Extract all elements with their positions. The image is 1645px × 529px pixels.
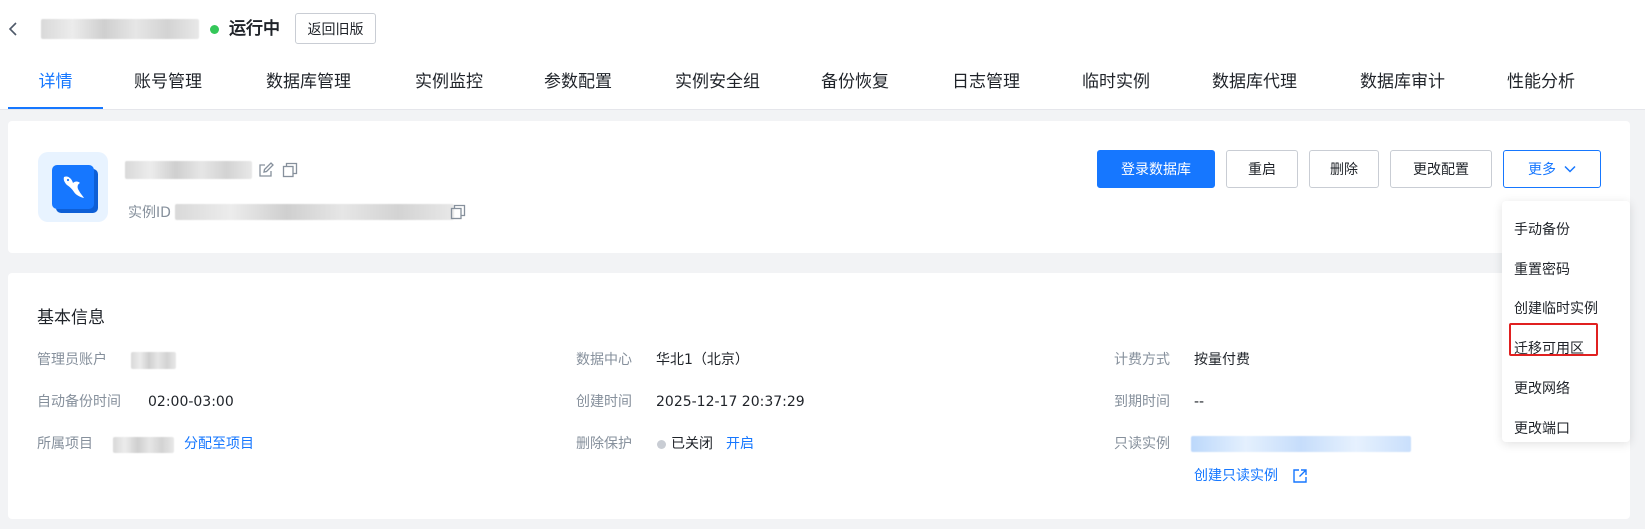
tab-instance-monitoring[interactable]: 实例监控 (409, 62, 489, 110)
menu-item-change-network[interactable]: 更改网络 (1514, 379, 1570, 399)
instance-display-name-redacted (125, 161, 252, 179)
menu-item-change-port[interactable]: 更改端口 (1514, 419, 1570, 439)
edit-icon[interactable] (258, 162, 274, 178)
tab-parameter-config[interactable]: 参数配置 (538, 62, 618, 110)
delete-button[interactable]: 删除 (1309, 150, 1379, 188)
tab-log-management[interactable]: 日志管理 (946, 62, 1026, 110)
created-time-value: 2025-12-17 20:37:29 (656, 394, 805, 410)
menu-item-create-temp-instance[interactable]: 创建临时实例 (1514, 299, 1598, 319)
delete-protection-label: 删除保护 (576, 436, 632, 452)
readonly-instance-label: 只读实例 (1114, 436, 1170, 452)
back-chevron-icon[interactable] (6, 19, 20, 39)
menu-item-manual-backup[interactable]: 手动备份 (1514, 220, 1570, 240)
tab-temporary-instance[interactable]: 临时实例 (1076, 62, 1156, 110)
instance-id-label: 实例ID (128, 205, 171, 221)
delete-protection-status-dot (657, 440, 666, 449)
status-dot (210, 25, 219, 34)
menu-item-reset-password[interactable]: 重置密码 (1514, 260, 1570, 280)
auto-backup-label: 自动备份时间 (37, 394, 121, 410)
restart-button[interactable]: 重启 (1226, 150, 1298, 188)
created-time-label: 创建时间 (576, 394, 632, 410)
active-tab-indicator (8, 107, 103, 109)
return-old-version-button[interactable]: 返回旧版 (295, 13, 376, 44)
datacenter-label: 数据中心 (576, 352, 632, 368)
status-text: 运行中 (229, 19, 280, 39)
delete-protection-value: 已关闭 (671, 436, 713, 452)
instance-id-redacted (175, 204, 454, 220)
tab-backup-restore[interactable]: 备份恢复 (815, 62, 895, 110)
copy-instance-id-icon[interactable] (450, 204, 466, 220)
top-bar: 运行中 返回旧版 详情 账号管理 数据库管理 实例监控 参数配置 实例安全组 备… (0, 0, 1645, 110)
mysql-dolphin-icon (38, 152, 108, 222)
tab-account-management[interactable]: 账号管理 (128, 62, 208, 110)
project-name-redacted (113, 437, 174, 453)
billing-value: 按量付费 (1194, 352, 1250, 368)
copy-icon[interactable] (282, 162, 298, 178)
tab-performance-analysis[interactable]: 性能分析 (1501, 62, 1581, 110)
external-link-icon[interactable] (1292, 468, 1308, 484)
create-readonly-instance-link[interactable]: 创建只读实例 (1194, 466, 1278, 486)
admin-account-label: 管理员账户 (37, 352, 107, 368)
tab-database-audit[interactable]: 数据库审计 (1355, 62, 1450, 110)
expire-time-value: -- (1194, 394, 1205, 410)
login-database-button[interactable]: 登录数据库 (1097, 150, 1215, 188)
tab-database-proxy[interactable]: 数据库代理 (1207, 62, 1302, 110)
auto-backup-value: 02:00-03:00 (148, 394, 234, 410)
assign-project-link[interactable]: 分配至项目 (184, 434, 254, 454)
readonly-instance-redacted-link[interactable] (1191, 436, 1411, 452)
basic-info-title: 基本信息 (37, 308, 105, 328)
menu-item-migrate-zone[interactable]: 迁移可用区 (1514, 339, 1584, 359)
more-button[interactable]: 更多 (1503, 150, 1601, 188)
billing-label: 计费方式 (1114, 352, 1170, 368)
datacenter-value: 华北1（北京） (656, 352, 749, 368)
project-label: 所属项目 (37, 436, 93, 452)
basic-info-card (8, 273, 1630, 519)
more-button-label: 更多 (1528, 162, 1556, 178)
instance-header-card (8, 121, 1630, 253)
chevron-down-icon (1564, 161, 1576, 177)
admin-account-redacted (131, 352, 176, 369)
tab-details[interactable]: 详情 (8, 62, 103, 110)
tab-security-group[interactable]: 实例安全组 (670, 62, 765, 110)
more-dropdown-menu: 手动备份 重置密码 创建临时实例 迁移可用区 更改网络 更改端口 (1502, 201, 1630, 442)
enable-delete-protection-link[interactable]: 开启 (726, 434, 754, 454)
change-config-button[interactable]: 更改配置 (1390, 150, 1492, 188)
tab-bar: 详情 账号管理 数据库管理 实例监控 参数配置 实例安全组 备份恢复 日志管理 … (0, 62, 1645, 110)
expire-time-label: 到期时间 (1114, 394, 1170, 410)
tab-database-management[interactable]: 数据库管理 (261, 62, 356, 110)
instance-name-redacted (41, 19, 199, 39)
